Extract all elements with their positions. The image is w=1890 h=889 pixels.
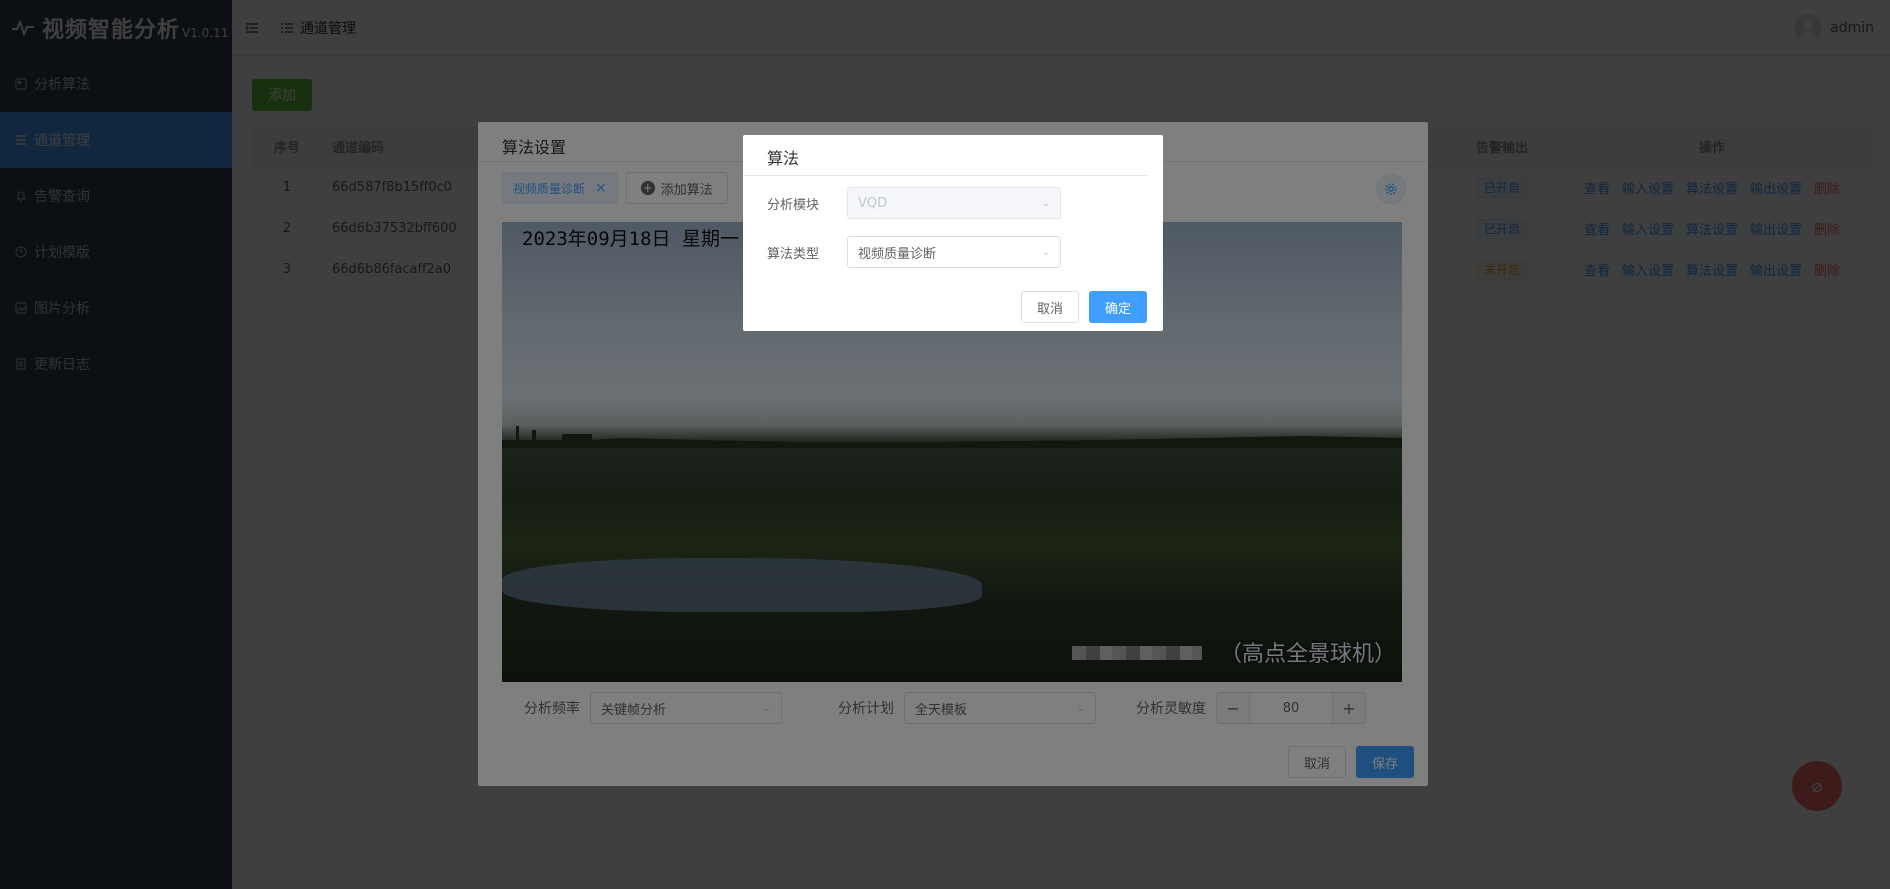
module-select: VQD ⌄ xyxy=(847,187,1061,219)
chevron-down-icon: ⌄ xyxy=(1041,197,1050,209)
type-select[interactable]: 视频质量诊断 ⌄ xyxy=(847,236,1061,268)
cancel-button[interactable]: 取消 xyxy=(1020,291,1079,323)
module-row: 分析模块 VQD ⌄ xyxy=(767,187,1061,219)
dialog-title: 算法 xyxy=(767,149,800,168)
type-value: 视频质量诊断 xyxy=(858,246,937,262)
divider xyxy=(743,175,1148,176)
module-value: VQD xyxy=(858,195,888,211)
type-row: 算法类型 视频质量诊断 ⌄ xyxy=(767,236,1061,268)
type-label: 算法类型 xyxy=(767,246,820,262)
dialog-footer: 取消 确定 xyxy=(1011,291,1147,323)
chevron-down-icon: ⌄ xyxy=(1041,246,1050,258)
confirm-button[interactable]: 确定 xyxy=(1088,291,1147,323)
modal-backdrop-inner xyxy=(0,0,1890,889)
module-label: 分析模块 xyxy=(767,197,820,213)
algorithm-dialog: 算法 分析模块 VQD ⌄ 算法类型 视频质量诊断 ⌄ 取消 确定 xyxy=(743,135,1163,331)
